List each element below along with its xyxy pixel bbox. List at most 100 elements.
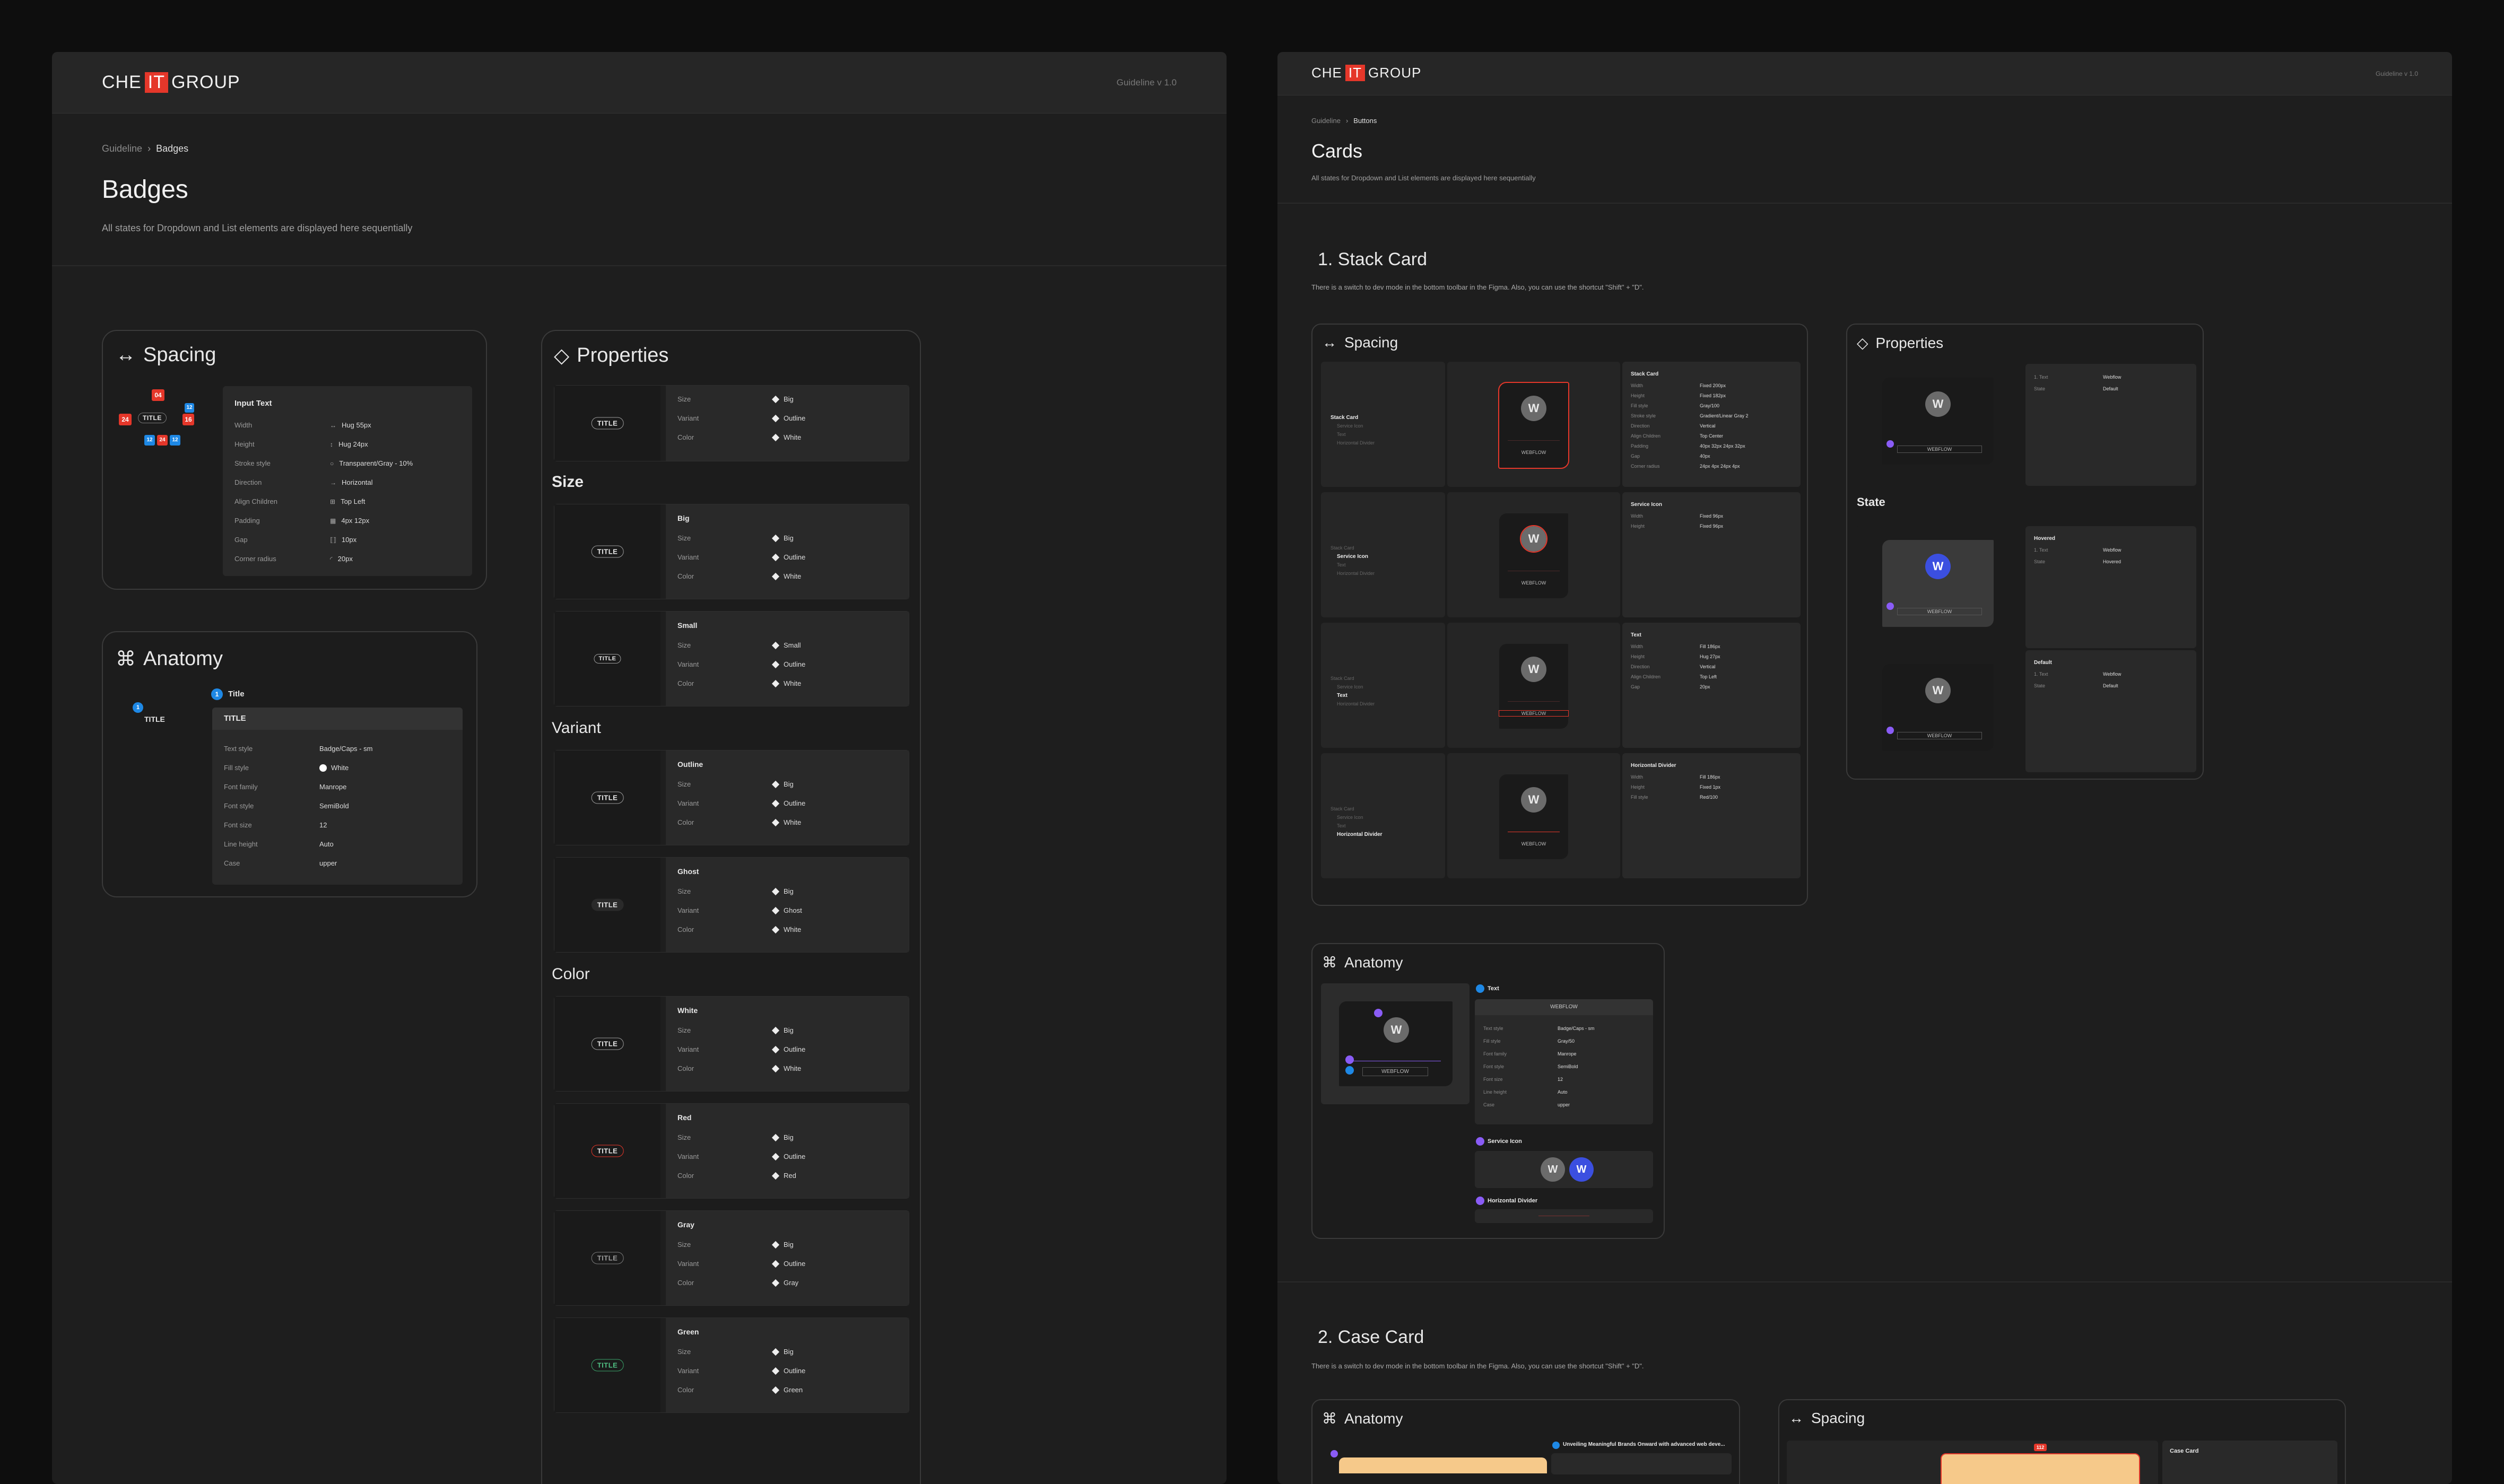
case-text-panel xyxy=(1551,1453,1732,1474)
prop-key: Size xyxy=(677,1241,691,1249)
variant-props: Big Size Big Variant Outline Color White xyxy=(666,504,909,599)
diamond-icon xyxy=(771,414,780,422)
prop-key: Gap xyxy=(234,536,248,544)
prop-value: ⊞ Top Left xyxy=(330,497,365,505)
prop-value-text: upper xyxy=(319,859,337,867)
diamond-icon xyxy=(771,1045,780,1053)
spacing-props: Service Icon Width Fixed 96px Height Fixed 9… xyxy=(1622,492,1801,617)
state-card[interactable]: W WEBFLOW xyxy=(1882,378,1994,465)
prop-row: Corner radius 24px 4px 24px 4px xyxy=(1631,464,1740,469)
prop-value-text: Gray xyxy=(784,1279,799,1287)
layer-tree-item[interactable]: Horizontal Divider xyxy=(1337,701,1375,706)
prop-value-text: Outline xyxy=(784,660,806,668)
anatomy-prop-row: Font size 12 xyxy=(224,821,327,829)
prop-row: Padding 40px 32px 24px 32px xyxy=(1631,443,1745,449)
variant-props: Gray Size Big Variant Outline Color Gray xyxy=(666,1211,909,1305)
state-card[interactable]: W WEBFLOW xyxy=(1882,664,1994,751)
diamond-icon xyxy=(771,553,780,561)
prop-value: Top Center xyxy=(1700,433,1724,439)
spacing-props-panel: Input Text Width ↔ Hug 55px Height ↕ Hug 24px… xyxy=(223,386,472,576)
prop-value-text: Big xyxy=(784,1348,794,1356)
spacing-prop-row: Width ↔ Hug 55px xyxy=(234,421,371,429)
layer-tree-item[interactable]: Stack Card xyxy=(1331,806,1354,811)
layer-tree-item[interactable]: Horizontal Divider xyxy=(1337,440,1375,446)
property-variant-row[interactable]: TITLE Gray Size Big Variant Outline Color Gray xyxy=(554,1210,909,1306)
prop-row: Size Big xyxy=(677,887,794,895)
breadcrumb-root[interactable]: Guideline xyxy=(102,143,142,154)
spacing-mark-side: 12 xyxy=(185,403,194,413)
prop-icon: ⊞ xyxy=(330,497,336,505)
prop-key: Align Children xyxy=(1631,433,1661,439)
property-variant-row[interactable]: TITLE Green Size Big Variant Outline Color Gree… xyxy=(554,1317,909,1413)
stack-card-heading: 1. Stack Card xyxy=(1318,249,1427,269)
brand-logo[interactable]: CHE IT GROUP xyxy=(102,72,240,93)
prop-value: Webflow xyxy=(2103,374,2122,380)
prop-key: Line height xyxy=(1483,1089,1507,1095)
breadcrumb-root[interactable]: Guideline xyxy=(1311,117,1341,125)
case-mark-top: 112 xyxy=(2034,1444,2047,1451)
webflow-avatar: W xyxy=(1925,391,1951,417)
diamond-icon xyxy=(771,1153,780,1160)
layer-tree-item[interactable]: Horizontal Divider xyxy=(1337,571,1375,576)
property-variant-row[interactable]: TITLE White Size Big Variant Outline Color Whit… xyxy=(554,996,909,1092)
state-card[interactable]: W WEBFLOW xyxy=(1882,540,1994,627)
prop-key: Size xyxy=(677,1133,691,1141)
prop-key: Variant xyxy=(677,1153,699,1160)
property-variant-row[interactable]: TITLE Small Size Small Variant Outline Color Wh… xyxy=(554,611,909,706)
variant-preview: TITLE xyxy=(554,750,660,845)
layer-tree-item[interactable]: Text xyxy=(1337,432,1346,437)
stack-card-preview: W WEBFLOW xyxy=(1499,513,1568,598)
logo-prefix: CHE xyxy=(1311,65,1342,81)
section-heading: Color xyxy=(552,965,590,983)
case-spacing-preview: 112 xyxy=(1787,1441,2158,1484)
layer-tree-item[interactable]: Stack Card xyxy=(1331,415,1358,421)
layer-tree-item[interactable]: Horizontal Divider xyxy=(1337,832,1383,837)
prop-value: Fill 186px xyxy=(1700,774,1720,780)
layer-tree-item[interactable]: Stack Card xyxy=(1331,676,1354,681)
case-anatomy-text: Unveiling Meaningful Brands Onward with … xyxy=(1563,1442,1725,1447)
diamond-icon xyxy=(771,1260,780,1268)
layer-tree-item[interactable]: Service Icon xyxy=(1337,423,1363,429)
prop-value: upper xyxy=(319,859,337,867)
property-variant-row[interactable]: TITLE Size Big Variant Outline Color White xyxy=(554,385,909,461)
property-variant-row[interactable]: TITLE Red Size Big Variant Outline Color Red xyxy=(554,1103,909,1199)
prop-key: Corner radius xyxy=(1631,464,1660,469)
stack-spacing-card: ↔ Spacing Stack Card Service Icon Text Hori… xyxy=(1311,324,1808,906)
preview-text: WEBFLOW xyxy=(1521,580,1546,586)
prop-icon: ○ xyxy=(330,459,334,467)
anatomy-panel-header: TITLE xyxy=(212,708,463,730)
prop-value: ↕ Hug 24px xyxy=(330,440,368,448)
layer-tree-item[interactable]: Text xyxy=(1337,562,1346,568)
layer-tree-item[interactable]: Text xyxy=(1337,693,1347,699)
variant-props: White Size Big Variant Outline Color White xyxy=(666,997,909,1091)
layer-tree-item[interactable]: Service Icon xyxy=(1337,815,1363,820)
prop-value: Big xyxy=(771,1348,794,1356)
variant-props: Small Size Small Variant Outline Color White xyxy=(666,612,909,706)
anatomy-prop-row: Font style SemiBold xyxy=(1483,1064,1578,1069)
prop-value: Red/100 xyxy=(1700,795,1718,800)
variant-props: Size Big Variant Outline Color White xyxy=(666,386,909,461)
layer-tree-item[interactable]: Stack Card xyxy=(1331,545,1354,551)
brand-logo-right[interactable]: CHE IT GROUP xyxy=(1311,65,1421,81)
webflow-avatar: W xyxy=(1521,787,1546,813)
layer-tree-item[interactable]: Service Icon xyxy=(1337,684,1363,689)
prop-key: Line height xyxy=(224,840,258,848)
state-preview: W WEBFLOW xyxy=(1856,364,2023,486)
prop-row: Align Children Top Center xyxy=(1631,433,1723,439)
page-title: Badges xyxy=(102,176,188,204)
prop-value-text: Outline xyxy=(784,1367,806,1375)
command-icon: ⌘ xyxy=(1322,954,1337,971)
property-variant-row[interactable]: TITLE Ghost Size Big Variant Ghost Color White xyxy=(554,857,909,953)
layer-tree-item[interactable]: Text xyxy=(1337,823,1346,828)
arrows-horizontal-icon: ↔ xyxy=(1322,334,1337,351)
prop-row: Height Hug 27px xyxy=(1631,654,1720,659)
prop-key: Width xyxy=(1631,383,1644,388)
property-variant-row[interactable]: TITLE Outline Size Big Variant Outline Color Wh… xyxy=(554,750,909,845)
prop-key: Height xyxy=(1631,784,1645,790)
property-variant-row[interactable]: TITLE Big Size Big Variant Outline Color White xyxy=(554,504,909,599)
prop-key: Fill style xyxy=(1483,1038,1501,1044)
prop-value: Big xyxy=(771,534,794,542)
prop-key: Font style xyxy=(1483,1064,1505,1069)
prop-value-text: Green xyxy=(784,1386,803,1394)
layer-tree-item[interactable]: Service Icon xyxy=(1337,554,1368,560)
